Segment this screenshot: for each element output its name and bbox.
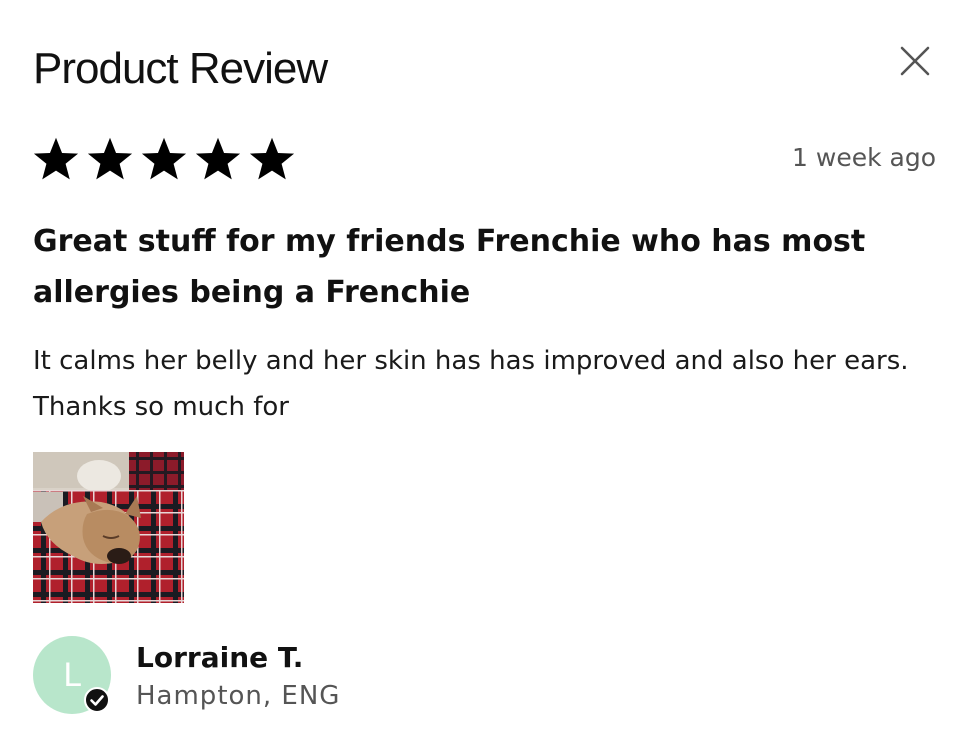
modal-title: Product Review	[33, 44, 328, 93]
reviewer-avatar: L	[33, 636, 111, 714]
reviewer-name: Lorraine T.	[136, 641, 304, 674]
star-icon	[141, 137, 187, 180]
star-icon	[249, 137, 295, 180]
review-timestamp: 1 week ago	[792, 143, 936, 172]
verified-badge-icon	[84, 687, 110, 713]
close-button[interactable]	[896, 42, 934, 80]
reviewer-location: Hampton, ENG	[136, 681, 341, 711]
close-icon	[900, 46, 930, 76]
review-modal: Product Review 1 week ago Great stuff fo…	[0, 0, 974, 750]
review-photo-image	[33, 452, 184, 603]
star-icon	[87, 137, 133, 180]
review-headline: Great stuff for my friends Frenchie who …	[33, 224, 866, 310]
star-rating	[31, 134, 297, 184]
review-body: It calms her belly and her skin has has …	[33, 346, 909, 422]
review-photo[interactable]	[33, 452, 184, 603]
star-icon	[195, 137, 241, 180]
star-icon	[33, 137, 79, 180]
